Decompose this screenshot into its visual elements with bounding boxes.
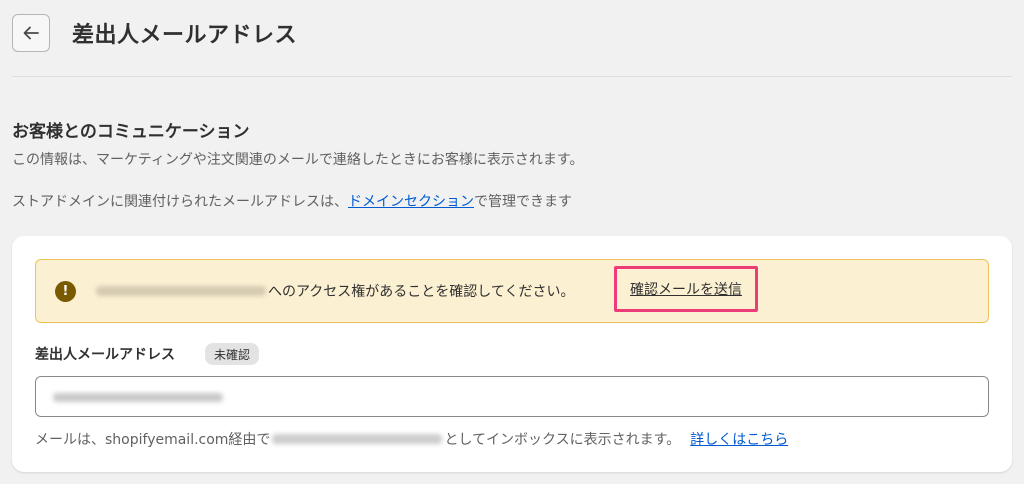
domain-section-link[interactable]: ドメインセクション <box>348 194 474 210</box>
redacted-email <box>96 286 266 296</box>
section-title: お客様とのコミュニケーション <box>12 122 250 142</box>
warning-icon: ! <box>55 281 76 302</box>
redacted-email-inline <box>272 434 443 444</box>
header-divider <box>12 76 1012 77</box>
sender-email-input[interactable] <box>35 376 989 417</box>
learn-more-link[interactable]: 詳しくはこちら <box>690 432 788 448</box>
page-title: 差出人メールアドレス <box>72 23 298 48</box>
verification-warning-banner: ! へのアクセス権があることを確認してください。 確認メールを送信 <box>35 259 989 323</box>
helper-suffix: としてインボックスに表示されます。 <box>444 432 681 448</box>
back-button[interactable] <box>12 14 50 52</box>
section-description: この情報は、マーケティングや注文関連のメールで連絡したときにお客様に表示されます… <box>12 152 584 168</box>
arrow-left-icon <box>23 26 39 40</box>
redacted-email-value <box>53 393 223 402</box>
domain-note-suffix: で管理できます <box>474 194 572 210</box>
domain-note: ストアドメインに関連付けられたメールアドレスは、ドメインセクションで管理できます <box>12 191 572 211</box>
sender-email-card: ! へのアクセス権があることを確認してください。 確認メールを送信 差出人メール… <box>12 236 1012 472</box>
page-header: 差出人メールアドレス <box>12 13 297 53</box>
status-badge: 未確認 <box>205 343 260 365</box>
helper-prefix: メールは、shopifyemail.com経由で <box>35 432 271 448</box>
banner-message: へのアクセス権があることを確認してください。 <box>268 284 575 300</box>
send-verification-highlight: 確認メールを送信 <box>614 266 758 312</box>
helper-text: メールは、shopifyemail.com経由で としてインボックスに表示されます… <box>35 429 788 449</box>
sender-email-label: 差出人メールアドレス <box>35 347 175 363</box>
domain-note-prefix: ストアドメインに関連付けられたメールアドレスは、 <box>12 194 348 210</box>
send-verification-email-link[interactable]: 確認メールを送信 <box>630 279 742 299</box>
